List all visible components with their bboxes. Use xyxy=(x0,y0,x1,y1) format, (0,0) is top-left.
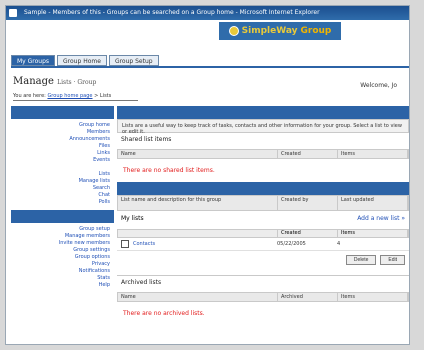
main-content: Lists are a useful way to keep track of … xyxy=(117,106,409,344)
welcome-text: Welcome, Jo xyxy=(360,82,397,89)
table-row: Contacts 05/22/2005 4 xyxy=(117,238,409,251)
sidebar-item[interactable]: Group home xyxy=(15,122,110,129)
column-header[interactable]: Created xyxy=(278,150,338,158)
empty-message-shared: There are no shared list items. xyxy=(123,167,215,174)
sidebar-item[interactable]: Lists xyxy=(15,171,110,178)
sidebar-item[interactable]: Invite new members xyxy=(15,240,110,247)
sidebar-item[interactable]: Help xyxy=(15,282,110,289)
table-header-shared: Name Created Items xyxy=(117,149,409,159)
empty-message-archived: There are no archived lists. xyxy=(123,310,205,317)
tab-underline xyxy=(11,66,409,68)
column-header[interactable]: Name xyxy=(118,150,278,158)
breadcrumb-divider xyxy=(13,100,138,101)
site-logo[interactable]: SimpleWay Group xyxy=(219,22,341,40)
sidebar-item[interactable]: Stats xyxy=(15,275,110,282)
sidebar-item[interactable]: Manage lists xyxy=(15,178,110,185)
sidebar-item[interactable]: Group setup xyxy=(15,226,110,233)
breadcrumb-suffix: > Lists xyxy=(94,93,112,99)
content-header-bar-2 xyxy=(117,182,409,195)
sidebar-item[interactable]: Search xyxy=(15,185,110,192)
sidebar-list-main: Group home Members Announcements Files L… xyxy=(11,119,114,206)
list-name-link[interactable]: Contacts xyxy=(133,241,155,247)
column-header xyxy=(118,230,278,237)
section-label-shared: Shared list items xyxy=(121,136,172,143)
list-actions: Delete Edit xyxy=(117,251,409,271)
sidebar: Group home Members Announcements Files L… xyxy=(11,106,114,344)
breadcrumb: You are here: Group home page > Lists xyxy=(13,93,111,99)
window-title: Sample - Members of this - Groups can be… xyxy=(24,9,320,16)
content-header-bar xyxy=(117,106,409,119)
page-title-text: Manage xyxy=(13,76,54,87)
lists-section-header: My lists Add a new list » xyxy=(117,211,409,229)
page-subtitle: Lists · Group xyxy=(57,79,97,86)
list-created-cell: 05/22/2005 xyxy=(277,241,306,247)
page-title: Manage Lists · Group xyxy=(13,76,96,87)
column-header[interactable]: Archived xyxy=(278,293,338,301)
column-header: Last updated xyxy=(338,196,408,210)
sidebar-header-2 xyxy=(11,210,114,223)
sidebar-item[interactable]: Chat xyxy=(15,192,110,199)
sidebar-list-setup: Group setup Manage members Invite new me… xyxy=(11,223,114,289)
tab-group-home[interactable]: Group Home xyxy=(57,55,107,66)
table-header-lists: List name and description for this group… xyxy=(117,195,409,211)
sidebar-item[interactable]: Notifications xyxy=(15,268,110,275)
section-label-my-lists: My lists xyxy=(121,215,144,222)
table-header-my-lists: Created Items xyxy=(117,229,409,238)
row-checkbox[interactable] xyxy=(121,239,129,248)
breadcrumb-link[interactable]: Group home page xyxy=(47,93,92,99)
add-list-link[interactable]: Add a new list » xyxy=(357,215,405,225)
breadcrumb-prefix: You are here: xyxy=(13,93,46,99)
title-bar: Sample - Members of this - Groups can be… xyxy=(6,6,409,20)
sidebar-header xyxy=(11,106,114,119)
browser-window: Sample - Members of this - Groups can be… xyxy=(5,5,410,345)
table-header-archived: Name Archived Items xyxy=(117,292,409,302)
column-header[interactable]: Items xyxy=(338,293,408,301)
sidebar-item[interactable]: Files xyxy=(15,143,110,150)
tab-my-groups[interactable]: My Groups xyxy=(11,55,56,66)
column-header[interactable]: Items xyxy=(338,230,408,237)
delete-button[interactable]: Delete xyxy=(345,255,377,265)
sidebar-item[interactable]: Manage members xyxy=(15,233,110,240)
column-header[interactable]: Name xyxy=(118,293,278,301)
sidebar-item[interactable]: Group settings xyxy=(15,247,110,254)
sidebar-item[interactable]: Polls xyxy=(15,199,110,206)
sidebar-item[interactable]: Group options xyxy=(15,254,110,261)
list-name-cell: Contacts xyxy=(117,238,277,250)
column-header: Created by xyxy=(278,196,338,210)
logo-mark-icon xyxy=(228,26,239,36)
tab-group-setup[interactable]: Group Setup xyxy=(108,55,159,66)
edit-button[interactable]: Edit xyxy=(380,255,405,265)
info-text: Lists are a useful way to keep track of … xyxy=(117,119,409,135)
sidebar-item[interactable]: Members xyxy=(15,129,110,136)
column-header[interactable]: Items xyxy=(338,150,408,158)
sidebar-item[interactable]: Links xyxy=(15,150,110,157)
browser-icon xyxy=(9,9,17,17)
sidebar-item[interactable]: Privacy xyxy=(15,261,110,268)
column-header[interactable]: Created xyxy=(278,230,338,237)
sidebar-item[interactable]: Announcements xyxy=(15,136,110,143)
sidebar-item[interactable]: Events xyxy=(15,157,110,164)
section-label-archived: Archived lists xyxy=(121,279,162,286)
list-items-cell: 4 xyxy=(337,241,341,247)
logo-suffix: Group xyxy=(300,26,332,36)
main-tabs: My Groups Group Home Group Setup xyxy=(11,55,159,66)
logo-brand: SimpleWay xyxy=(241,26,298,36)
column-header: List name and description for this group xyxy=(118,196,278,210)
